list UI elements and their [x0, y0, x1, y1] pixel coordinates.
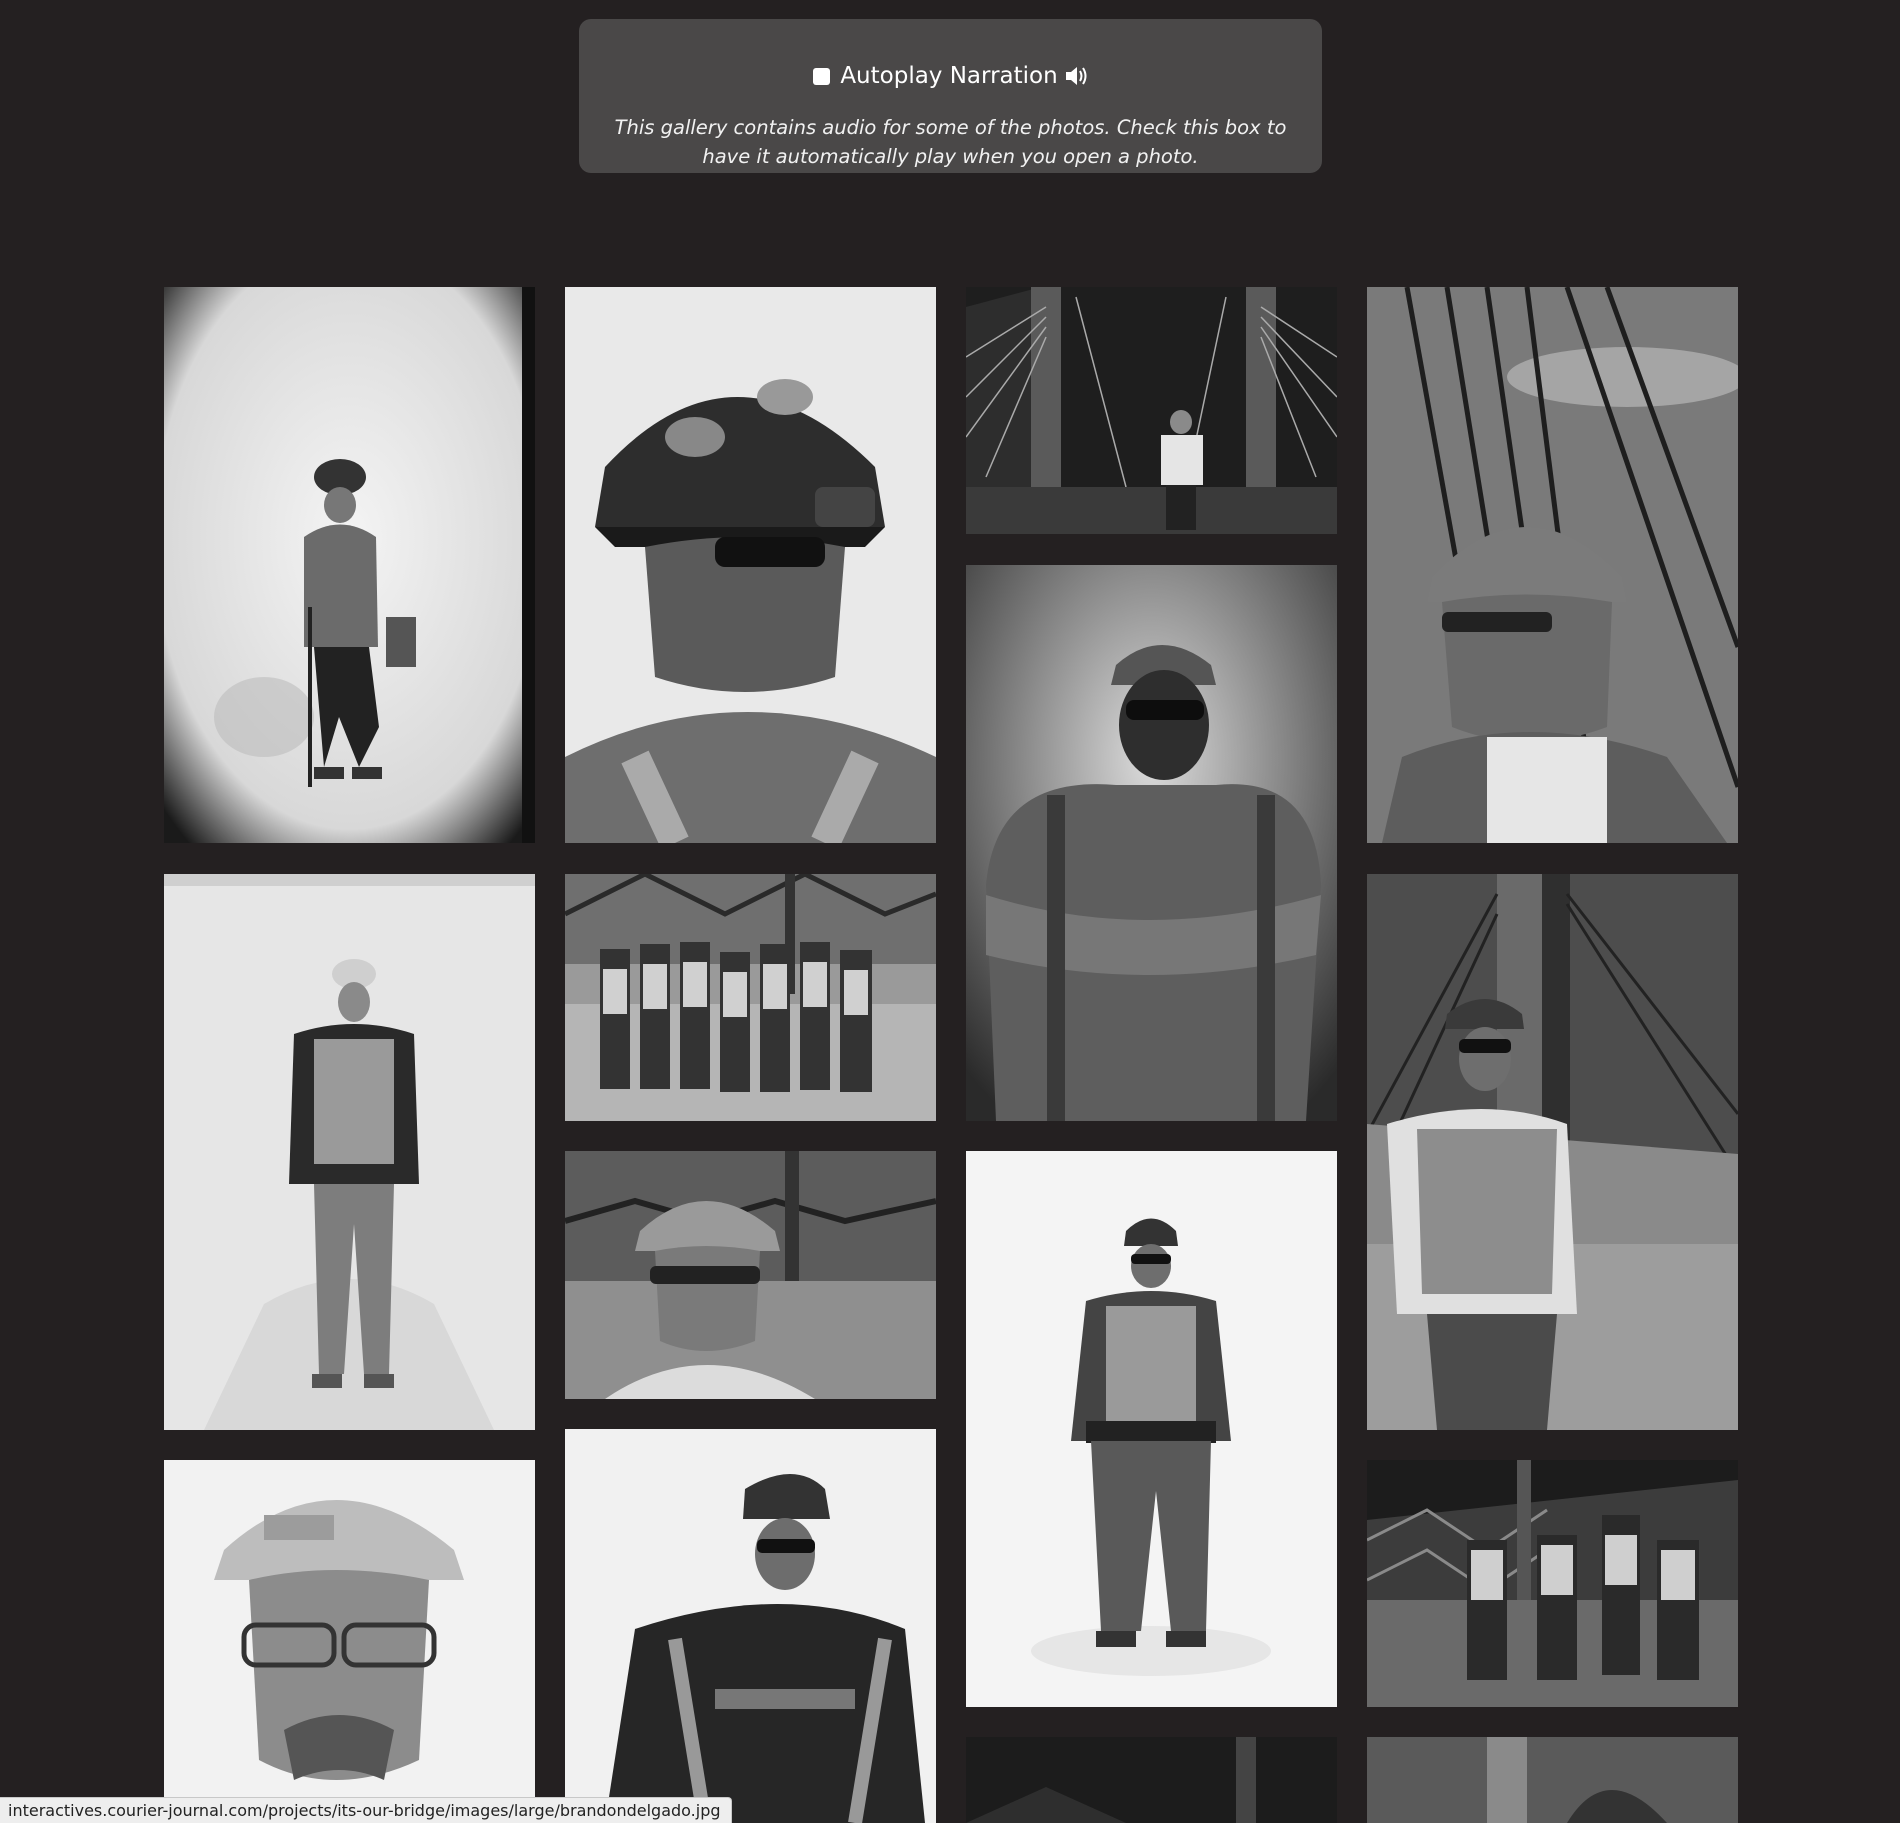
autoplay-narration-label[interactable]: Autoplay Narration: [840, 61, 1057, 91]
autoplay-checkbox[interactable]: [813, 67, 831, 85]
speaker-icon: [1064, 65, 1088, 87]
gallery-page: Autoplay Narration This gallery contains…: [0, 0, 1900, 1823]
gallery-photo-sunglasses-worker-deck[interactable]: [1367, 874, 1738, 1430]
gallery-photo-harness-worker-studio[interactable]: [966, 1151, 1337, 1707]
gallery-photo-bandana-worker-cables[interactable]: [1367, 287, 1738, 843]
narration-description: This gallery contains audio for some of …: [614, 116, 1287, 168]
gallery-photo-kneeling-worker[interactable]: [164, 287, 535, 843]
narration-panel: Autoplay Narration This gallery contains…: [579, 19, 1322, 173]
gallery-photo-worker-group[interactable]: [565, 874, 936, 1121]
gallery-photo-arms-crossed-worker[interactable]: [966, 565, 1337, 1121]
gallery-photo-older-worker-closeup[interactable]: [164, 1460, 535, 1823]
gallery-photo-worker-between-towers[interactable]: [966, 287, 1337, 534]
gallery-photo-studio-standing-worker[interactable]: [164, 874, 535, 1430]
gallery-photo-woman-worker-bridge[interactable]: [565, 1151, 936, 1399]
gallery-photo-worker-in-jacket[interactable]: [565, 1429, 936, 1823]
gallery-photo-bridge-tower-dusk[interactable]: [966, 1737, 1337, 1823]
browser-status-bar: interactives.courier-journal.com/project…: [0, 1797, 732, 1823]
gallery-photo-four-workers-walking[interactable]: [1367, 1460, 1738, 1707]
status-url: interactives.courier-journal.com/project…: [8, 1801, 721, 1820]
autoplay-narration-row: Autoplay Narration: [579, 61, 1322, 91]
gallery-photo-sticker-hardhat-worker[interactable]: [565, 287, 936, 843]
gallery-photo-worker-near-tower[interactable]: [1367, 1737, 1738, 1823]
